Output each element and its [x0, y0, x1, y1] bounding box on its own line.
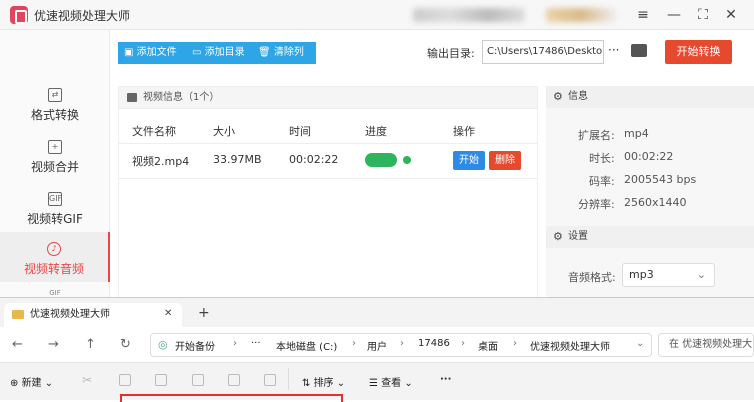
- up-icon[interactable]: ↑: [85, 337, 96, 352]
- info-label-bitrate: 码率:: [589, 175, 615, 188]
- folder-tab-icon: [12, 310, 24, 319]
- merge-icon: +: [48, 140, 62, 154]
- backup-icon: ◎: [158, 338, 168, 351]
- sidebar-item-gif-partial[interactable]: GIF: [0, 289, 110, 297]
- video-list-panel: 视频信息（1个） 文件名称 大小 时间 进度 操作 视频2.mp4 33.97M…: [118, 86, 538, 298]
- cut-icon[interactable]: ✂: [82, 373, 92, 387]
- audio-format-select[interactable]: mp3 ⌄: [622, 263, 715, 287]
- info-value-resolution: 2560x1440: [624, 196, 687, 209]
- maximize-icon[interactable]: ⛶: [694, 6, 712, 24]
- search-input[interactable]: 在 优速视频处理大师: [658, 333, 754, 357]
- vip-info-blurred: [546, 8, 616, 22]
- refresh-icon[interactable]: ↻: [120, 337, 131, 352]
- copy-icon[interactable]: [119, 374, 131, 386]
- info-value-bitrate: 2005543 bps: [624, 173, 697, 186]
- info-value-ext: mp4: [624, 127, 649, 140]
- app-title: 优速视频处理大师: [34, 9, 131, 23]
- add-file-button[interactable]: ▣ 添加文件: [118, 42, 186, 64]
- column-header-action: 操作: [453, 125, 475, 138]
- info-label-duration: 时长:: [589, 152, 615, 165]
- video-panel-title: 视频信息（1个）: [119, 87, 537, 109]
- column-header-name: 文件名称: [132, 125, 176, 138]
- output-path-field[interactable]: C:\Users\17486\Deskto: [482, 40, 604, 64]
- chevron-right-icon: ›: [513, 338, 517, 349]
- view-button[interactable]: ☰ 查看 ⌄: [369, 374, 413, 389]
- back-icon[interactable]: ←: [12, 337, 23, 352]
- delete-button[interactable]: 删除: [489, 151, 521, 170]
- sidebar-item-video-to-audio[interactable]: ♪ 视频转音频: [0, 232, 110, 282]
- sort-button[interactable]: ⇅ 排序 ⌄: [302, 374, 345, 389]
- breadcrumb-drive[interactable]: 本地磁盘 (C:): [276, 338, 337, 353]
- settings-panel-title: 设置: [546, 226, 754, 248]
- progress-indicator: [365, 153, 397, 167]
- breadcrumb-backup[interactable]: 开始备份: [175, 338, 215, 353]
- sidebar-item-video-to-gif[interactable]: GIF 视频转GIF: [0, 184, 110, 228]
- more-options-button[interactable]: ···: [608, 43, 619, 57]
- close-icon[interactable]: ✕: [722, 6, 740, 24]
- chevron-right-icon: ›: [352, 338, 356, 349]
- forward-icon[interactable]: →: [48, 337, 59, 352]
- info-value-duration: 00:02:22: [624, 150, 674, 163]
- toolbar-divider: [288, 368, 289, 390]
- gif-icon: GIF: [48, 192, 62, 206]
- minimize-icon[interactable]: —: [665, 6, 683, 24]
- new-button[interactable]: ⊕ 新建 ⌄: [10, 374, 53, 389]
- breadcrumb-user[interactable]: 17486: [418, 338, 450, 349]
- info-label-resolution: 分辨率:: [578, 198, 615, 211]
- see-more-button[interactable]: ···: [440, 374, 451, 385]
- chevron-down-icon: ⌄: [696, 268, 706, 281]
- convert-icon: ⇄: [48, 88, 62, 102]
- breadcrumb-current[interactable]: 优速视频处理大师: [530, 338, 610, 353]
- breadcrumb-desktop[interactable]: 桌面: [478, 338, 498, 353]
- folder-icon[interactable]: [631, 44, 647, 57]
- clear-list-button[interactable]: 🗑 清除列表: [252, 42, 316, 80]
- column-header-progress: 进度: [365, 125, 387, 138]
- info-label-ext: 扩展名:: [578, 129, 615, 142]
- column-header-time: 时间: [289, 125, 311, 138]
- rename-icon[interactable]: [192, 374, 204, 386]
- start-convert-button[interactable]: 开始转换: [665, 40, 732, 64]
- info-panel-title: 信息: [546, 86, 754, 108]
- check-icon: [403, 156, 411, 164]
- tab-close-icon[interactable]: ✕: [164, 308, 172, 319]
- menu-icon[interactable]: ≡: [634, 6, 652, 24]
- audio-icon: ♪: [47, 242, 61, 256]
- explorer-tab[interactable]: 优速视频处理大师: [4, 303, 182, 327]
- highlight-box: [120, 394, 343, 402]
- delete-icon[interactable]: [264, 374, 276, 386]
- share-icon[interactable]: [228, 374, 240, 386]
- app-logo-icon: [10, 6, 28, 24]
- user-info-blurred: [413, 8, 525, 22]
- start-button[interactable]: 开始: [453, 151, 485, 170]
- paste-icon[interactable]: [155, 374, 167, 386]
- file-name: 视频2.mp4: [132, 155, 190, 168]
- chevron-right-icon: ›: [233, 338, 237, 349]
- add-directory-button[interactable]: ▭ 添加目录: [186, 42, 252, 64]
- output-dir-label: 输出目录:: [427, 47, 475, 60]
- file-size: 33.97MB: [213, 153, 262, 166]
- chevron-down-icon[interactable]: ⌄: [636, 338, 644, 349]
- new-tab-icon[interactable]: +: [198, 305, 210, 321]
- sidebar-item-format-convert[interactable]: ⇄ 格式转换: [0, 80, 110, 124]
- column-header-size: 大小: [213, 125, 235, 138]
- chevron-right-icon: ›: [400, 338, 404, 349]
- breadcrumb-users[interactable]: 用户: [367, 338, 387, 353]
- file-duration: 00:02:22: [289, 153, 339, 166]
- chevron-right-icon: ›: [461, 338, 465, 349]
- audio-format-label: 音频格式:: [568, 271, 616, 284]
- sidebar-item-video-merge[interactable]: + 视频合并: [0, 132, 110, 176]
- breadcrumb-more[interactable]: ···: [251, 338, 261, 349]
